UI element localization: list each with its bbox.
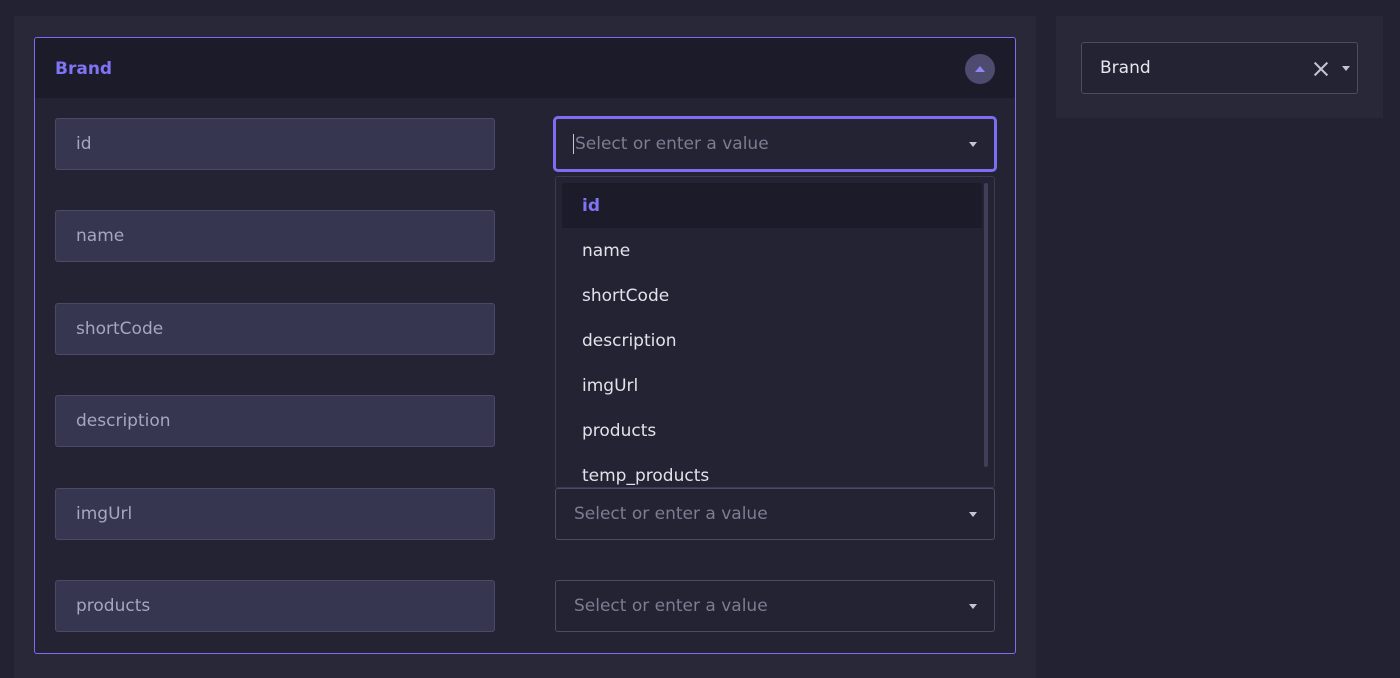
value-select-placeholder: Select or enter a value <box>574 504 768 524</box>
close-icon[interactable] <box>1312 60 1330 78</box>
card-title: Brand <box>55 59 113 79</box>
entity-select[interactable]: Brand <box>1081 42 1358 94</box>
collapse-button[interactable] <box>965 54 995 84</box>
field-description: description <box>55 395 495 447</box>
dropdown-option-shortcode[interactable]: shortCode <box>562 273 982 318</box>
value-select-placeholder: Select or enter a value <box>575 134 769 154</box>
field-products: products <box>55 580 495 632</box>
value-select-id[interactable]: Select or enter a value <box>553 116 997 172</box>
chevron-down-icon <box>969 604 977 609</box>
value-dropdown-menu[interactable]: id name shortCode description imgUrl pro… <box>555 176 995 488</box>
dropdown-option-id[interactable]: id <box>562 183 982 228</box>
dropdown-option-products[interactable]: products <box>562 408 982 453</box>
chevron-up-icon <box>975 66 985 72</box>
dropdown-scrollbar[interactable] <box>984 183 988 467</box>
chevron-down-icon <box>969 142 977 147</box>
field-id: id <box>55 118 495 170</box>
dropdown-option-description[interactable]: description <box>562 318 982 363</box>
value-select-imgurl[interactable]: Select or enter a value <box>555 488 995 540</box>
chevron-down-icon[interactable] <box>1342 66 1350 71</box>
chevron-down-icon <box>969 512 977 517</box>
entity-select-value: Brand <box>1100 58 1151 78</box>
card-header[interactable]: Brand <box>35 38 1015 98</box>
dropdown-option-name[interactable]: name <box>562 228 982 273</box>
dropdown-option-imgurl[interactable]: imgUrl <box>562 363 982 408</box>
field-imgurl: imgUrl <box>55 488 495 540</box>
text-cursor <box>573 134 574 154</box>
value-select-placeholder: Select or enter a value <box>574 596 768 616</box>
dropdown-option-temp-products[interactable]: temp_products <box>562 453 982 487</box>
value-select-products[interactable]: Select or enter a value <box>555 580 995 632</box>
field-shortcode: shortCode <box>55 303 495 355</box>
field-name: name <box>55 210 495 262</box>
